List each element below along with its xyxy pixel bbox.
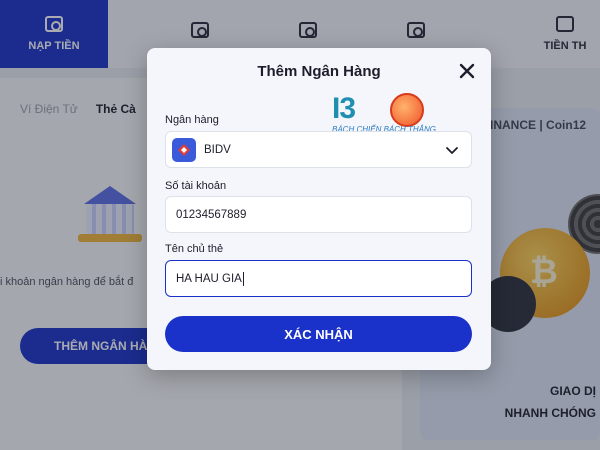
holder-name-label: Tên chủ thẻ: [165, 243, 224, 255]
bank-select[interactable]: BIDV: [165, 131, 472, 168]
add-bank-modal: Thêm Ngân Hàng I3 BÁCH CHIẾN BÁCH THẮNG …: [147, 48, 491, 370]
close-icon: [459, 63, 475, 79]
bank-select-value: BIDV: [204, 143, 231, 156]
chevron-down-icon: [445, 143, 459, 157]
bank-label: Ngân hàng: [165, 114, 219, 126]
holder-name-value: HA HAU GIA: [176, 272, 242, 285]
soccer-ball-icon: [390, 93, 424, 127]
close-button[interactable]: [457, 61, 477, 81]
brand-name: I3: [332, 92, 356, 125]
holder-name-field[interactable]: HA HAU GIA: [165, 260, 472, 297]
account-number-value: 01234567889: [176, 208, 247, 221]
account-number-label: Số tài khoản: [165, 180, 227, 192]
bidv-logo-icon: [172, 137, 196, 162]
text-cursor: [242, 271, 244, 286]
confirm-button[interactable]: XÁC NHẬN: [165, 316, 472, 352]
modal-title: Thêm Ngân Hàng: [257, 63, 381, 80]
account-number-field[interactable]: 01234567889: [165, 196, 472, 233]
